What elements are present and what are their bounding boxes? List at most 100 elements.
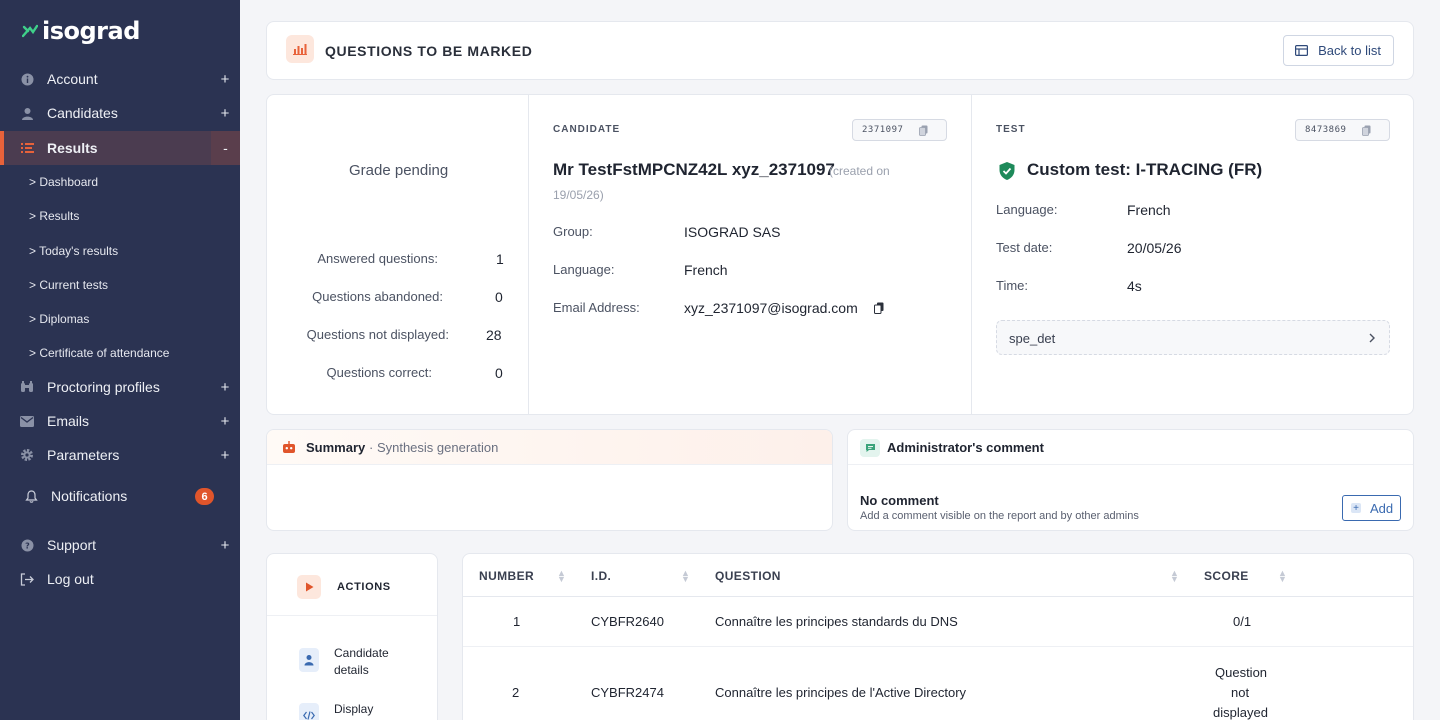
back-to-list-button[interactable]: Back to list: [1283, 35, 1394, 66]
expand-icon[interactable]: +: [218, 71, 232, 88]
stat-value-not-displayed: 28: [486, 327, 502, 343]
sort-icon[interactable]: ▲ ▼: [681, 569, 690, 584]
logout-icon: [20, 572, 34, 586]
row-score-line3: displayed: [1213, 705, 1268, 720]
column-divider: [971, 95, 972, 414]
row-score-line1: Question: [1215, 665, 1268, 680]
action-label-line1: Display: [334, 702, 374, 716]
sidebar-item-proctoring-profiles[interactable]: Proctoring profiles +: [0, 370, 240, 404]
test-language-label: Language:: [996, 202, 1058, 217]
candidate-email-value: xyz_2371097@isograd.com: [684, 300, 858, 316]
action-label-line2: details: [334, 663, 369, 677]
test-id-chip[interactable]: 8473869: [1295, 119, 1390, 141]
sidebar-item-results[interactable]: Results -: [0, 131, 240, 165]
sidebar: isograd Account + Candidates + Results -…: [0, 0, 240, 720]
copy-icon[interactable]: [919, 125, 928, 136]
info-panel: Grade pending Answered questions: 1 Ques…: [266, 94, 1414, 415]
sidebar-item-parameters[interactable]: Parameters +: [0, 438, 240, 472]
candidate-language-label: Language:: [553, 262, 615, 277]
summary-subtitle: · Synthesis generation: [369, 440, 499, 455]
column-header-number[interactable]: NUMBER: [479, 569, 534, 583]
column-divider: [528, 95, 529, 414]
sidebar-item-candidates[interactable]: Candidates +: [0, 96, 240, 130]
candidate-details-icon: [299, 648, 319, 672]
sidebar-item-notifications[interactable]: Notifications 6: [0, 479, 240, 513]
column-header-id[interactable]: I.D.: [591, 569, 611, 583]
page-title: QUESTIONS TO BE MARKED: [325, 43, 533, 59]
sidebar-item-label: Results: [47, 140, 98, 156]
no-comment-title: No comment: [860, 493, 939, 508]
candidate-section-label: CANDIDATE: [553, 124, 621, 135]
expand-icon[interactable]: +: [218, 379, 232, 396]
expand-icon[interactable]: +: [218, 413, 232, 430]
sidebar-item-logout[interactable]: Log out: [0, 562, 240, 596]
sidebar-item-support[interactable]: ? Support +: [0, 528, 240, 562]
actions-divider: [267, 615, 437, 616]
sort-icon[interactable]: ▲ ▼: [557, 569, 566, 584]
test-name: Custom test: I-TRACING (FR): [1027, 160, 1263, 179]
sidebar-item-label: Emails: [47, 413, 90, 429]
collapse-icon[interactable]: -: [211, 131, 240, 165]
row-id: CYBFR2474: [591, 685, 664, 700]
candidate-created-prefix: (created on: [829, 164, 890, 178]
test-detail-label: spe_det: [1009, 331, 1056, 346]
test-time-label: Time:: [996, 278, 1029, 293]
action-candidate-details[interactable]: Candidate details: [267, 642, 437, 682]
sort-icon[interactable]: ▲ ▼: [1170, 569, 1179, 584]
table-row[interactable]: 1 CYBFR2640 Connaître les principes stan…: [463, 597, 1413, 647]
admin-comment-panel: Administrator's comment No comment Add a…: [847, 429, 1414, 531]
notification-count-badge: 6: [195, 488, 214, 505]
expand-icon[interactable]: +: [218, 105, 232, 122]
sidebar-sub-results[interactable]: > Results: [29, 209, 79, 223]
copy-email-icon[interactable]: [874, 302, 884, 314]
mail-icon: [20, 414, 34, 428]
row-number: 1: [513, 614, 521, 629]
test-time-value: 4s: [1127, 278, 1142, 294]
sidebar-sub-diplomas[interactable]: > Diplomas: [29, 312, 89, 326]
sidebar-sub-dashboard[interactable]: > Dashboard: [29, 175, 98, 189]
stat-value-correct: 0: [495, 365, 503, 381]
stat-label-not-displayed: Questions not displayed:: [306, 327, 449, 342]
stat-label-abandoned: Questions abandoned:: [312, 289, 443, 304]
copy-icon[interactable]: [1362, 125, 1371, 136]
actions-panel: ACTIONS Candidate details Display: [266, 553, 438, 720]
sidebar-item-label: Log out: [47, 571, 94, 587]
sidebar-item-label: Parameters: [47, 447, 120, 463]
column-header-score[interactable]: SCORE: [1204, 569, 1249, 583]
help-icon: ?: [20, 538, 34, 552]
code-icon: [299, 703, 319, 720]
table-row[interactable]: 2 CYBFR2474 Connaître les principes de l…: [463, 648, 1413, 720]
expand-icon[interactable]: +: [218, 447, 232, 464]
row-question: Connaître les principes standards du DNS: [715, 614, 958, 629]
plus-icon: +: [1351, 503, 1361, 514]
sidebar-sub-todays-results[interactable]: > Today's results: [29, 244, 118, 258]
shield-check-icon: [999, 162, 1015, 180]
sidebar-sub-current-tests[interactable]: > Current tests: [29, 278, 108, 292]
sort-icon[interactable]: ▲ ▼: [1278, 569, 1287, 584]
column-header-question[interactable]: QUESTION: [715, 569, 781, 583]
action-display[interactable]: Display: [267, 699, 437, 720]
comment-icon: [860, 439, 880, 457]
stat-label-correct: Questions correct:: [326, 365, 433, 380]
comment-title: Administrator's comment: [887, 440, 1044, 455]
action-label-line1: Candidate: [334, 646, 389, 660]
test-detail-link[interactable]: spe_det: [996, 320, 1390, 355]
expand-icon[interactable]: +: [218, 537, 232, 554]
no-comment-description: Add a comment visible on the report and …: [860, 510, 1139, 522]
isograd-logo[interactable]: isograd: [22, 17, 140, 45]
bell-icon: [24, 489, 38, 503]
add-comment-button[interactable]: + Add: [1342, 495, 1401, 521]
candidate-id-chip[interactable]: 2371097: [852, 119, 947, 141]
info-icon: [20, 72, 34, 86]
list-view-icon: [1295, 45, 1309, 56]
sidebar-item-emails[interactable]: Emails +: [0, 404, 240, 438]
svg-text:?: ?: [25, 541, 30, 550]
actions-title: ACTIONS: [337, 581, 391, 593]
summary-panel: Summary · Synthesis generation: [266, 429, 833, 531]
candidate-group-label: Group:: [553, 224, 593, 239]
test-date-value: 20/05/26: [1127, 240, 1182, 256]
sidebar-sub-certificate[interactable]: > Certificate of attendance: [29, 346, 169, 360]
questions-table: NUMBER ▲ ▼ I.D. ▲ ▼ QUESTION ▲ ▼ SCORE ▲ ▼ 1…: [462, 553, 1414, 720]
stat-value-abandoned: 0: [495, 289, 503, 305]
sidebar-item-account[interactable]: Account +: [0, 62, 240, 96]
